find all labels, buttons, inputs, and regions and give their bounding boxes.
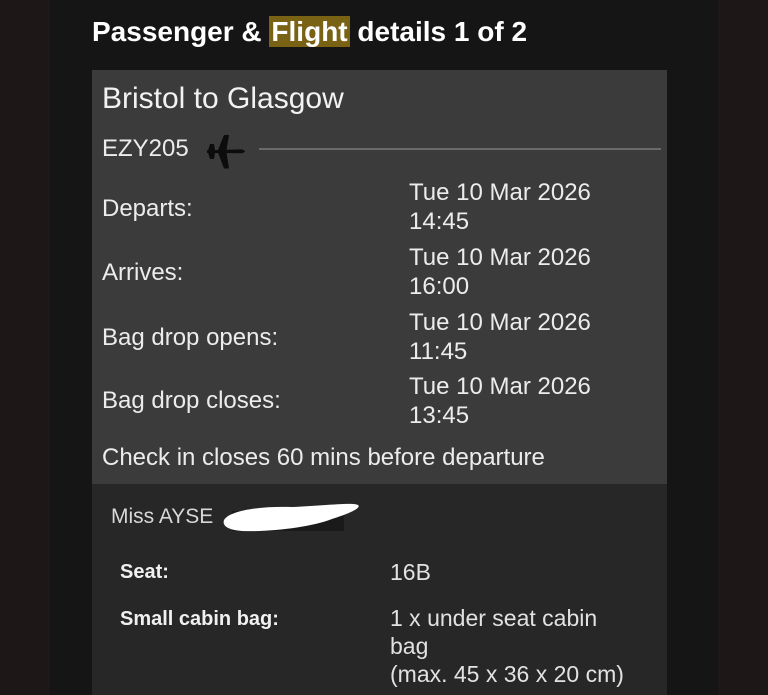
- search-highlight: Flight: [269, 16, 350, 47]
- cabin-bag-label: Small cabin bag:: [120, 608, 279, 630]
- redaction-scribble: [223, 503, 359, 532]
- passenger-card: Miss AYSE Seat: 16B Small cabin bag: 1 x…: [92, 484, 667, 695]
- checkin-note: Check in closes 60 mins before departure: [102, 444, 545, 471]
- seat-value: 16B: [390, 559, 431, 585]
- heading-prefix: Passenger &: [92, 16, 270, 47]
- bag-drop-opens-time: 11:45: [409, 338, 468, 365]
- departs-value: Tue 10 Mar 2026 14:45: [409, 178, 591, 236]
- heading-suffix: details 1 of 2: [349, 16, 528, 47]
- bag-drop-closes-time: 13:45: [409, 402, 470, 429]
- app-window: Passenger & Flight details 1 of 2 Bristo…: [0, 0, 768, 695]
- flight-number: EZY205: [102, 135, 189, 162]
- departs-time: 14:45: [409, 208, 470, 235]
- cabin-bag-line-2: bag: [390, 633, 429, 659]
- arrives-value: Tue 10 Mar 2026 16:00: [409, 243, 591, 301]
- bag-drop-opens-label: Bag drop opens:: [102, 324, 279, 351]
- bag-drop-opens-date: Tue 10 Mar 2026: [409, 309, 591, 336]
- departs-label: Departs:: [102, 195, 193, 222]
- bag-drop-opens-value: Tue 10 Mar 2026 11:45: [409, 308, 591, 366]
- flight-card: Bristol to Glasgow EZY205 Departs: Tue 1…: [92, 70, 667, 484]
- bag-drop-closes-date: Tue 10 Mar 2026: [409, 373, 591, 400]
- arrives-date: Tue 10 Mar 2026: [409, 244, 591, 271]
- flight-route: Bristol to Glasgow: [102, 82, 344, 115]
- arrives-label: Arrives:: [102, 259, 184, 286]
- cabin-bag-line-3: (max. 45 x 36 x 20 cm): [390, 661, 624, 687]
- cabin-bag-line-1: 1 x under seat cabin: [390, 605, 598, 631]
- passenger-name: Miss AYSE: [111, 505, 214, 528]
- page-title: Passenger & Flight details 1 of 2: [92, 14, 527, 50]
- departs-date: Tue 10 Mar 2026: [409, 179, 591, 206]
- cabin-bag-value: 1 x under seat cabin bag (max. 45 x 36 x…: [390, 604, 624, 688]
- bag-drop-closes-label: Bag drop closes:: [102, 387, 281, 414]
- bag-drop-closes-value: Tue 10 Mar 2026 13:45: [409, 372, 591, 430]
- arrives-time: 16:00: [409, 273, 470, 300]
- route-divider: [259, 148, 661, 150]
- seat-label: Seat:: [120, 561, 169, 583]
- plane-icon: [207, 135, 245, 169]
